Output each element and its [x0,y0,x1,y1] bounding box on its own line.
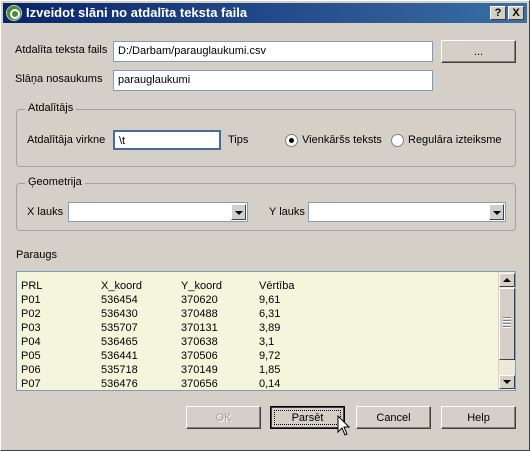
sample-cell: 9,72 [259,350,281,362]
browse-button[interactable]: ... [441,40,516,63]
mouse-pointer-icon [337,415,351,436]
file-label: Atdalīta teksta fails [15,44,108,56]
header-cell: Vērtība [259,280,295,292]
sample-cell: 370506 [181,350,218,362]
file-path-input[interactable]: D:/Darbam/parauglaukumi.csv [113,41,433,62]
sample-cell: P05 [21,350,41,362]
sample-cell: 370488 [181,308,218,320]
help-label: Help [467,411,490,424]
regex-label: Regulāra izteiksme [408,134,502,146]
layer-name-label: Slāņa nosaukums [15,73,103,85]
scroll-up-icon[interactable] [499,273,515,287]
sample-cell: 0,14 [259,378,281,390]
sample-cell: 535707 [101,322,138,334]
window-title: Izveidot slāni no atdalīta teksta faila [26,5,248,20]
header-cell: PRL [21,280,43,292]
sample-cell: 1,85 [259,364,281,376]
x-field-select[interactable] [68,202,248,222]
x-field-label: X lauks [27,206,64,218]
sample-cell: 3,1 [259,336,275,348]
scroll-down-icon[interactable] [499,375,515,389]
plain-text-radio[interactable] [285,134,298,147]
parse-button[interactable]: Parsēt [270,406,345,429]
sample-cell: 370656 [181,378,218,390]
layer-name-input[interactable]: parauglaukumi [113,70,433,91]
sample-cell: 536430 [101,308,138,320]
help-title-button[interactable]: ? [490,6,506,20]
help-button[interactable]: Help [441,406,516,429]
sample-cell: 535718 [101,364,138,376]
sample-cell: 370131 [181,322,218,334]
sample-cell: 6,31 [259,308,281,320]
sample-cell: P03 [21,322,41,334]
title-bar: Izveidot slāni no atdalīta teksta faila … [3,3,527,23]
sample-label: Paraugs [16,249,57,261]
cancel-label: Cancel [376,411,411,424]
sample-cell: 3,89 [259,322,281,334]
sample-cell: 536454 [101,294,138,306]
delimiter-input[interactable]: \t [113,130,221,150]
chevron-down-icon[interactable] [489,204,504,220]
scroll-thumb[interactable] [499,288,515,360]
y-field-select[interactable] [308,202,506,222]
parse-label: Parsēt [291,411,324,424]
sample-preview[interactable]: PRL X_koord Y_koord Vērtība P01 536454 3… [16,271,516,391]
sample-cell: P06 [21,364,41,376]
sample-cell: P01 [21,294,41,306]
sample-cell: 370620 [181,294,218,306]
sample-cell: 536465 [101,336,138,348]
sample-cell: P04 [21,336,41,348]
delimiter-string-label: Atdalītāja virkne [27,134,106,146]
chevron-down-icon[interactable] [231,204,246,220]
geometry-group-title: Ģeometrija [25,176,85,188]
regex-radio[interactable] [391,134,404,147]
delimiter-type-label: Tips [228,134,249,146]
header-cell: X_koord [101,280,142,292]
sample-cell: 370149 [181,364,218,376]
sample-cell: P02 [21,308,41,320]
close-button[interactable]: X [508,6,524,20]
delimiter-group-title: Atdalītājs [25,102,77,114]
y-field-label: Y lauks [269,206,305,218]
dialog-window: Izveidot slāni no atdalīta teksta faila … [0,0,530,451]
vertical-scrollbar[interactable] [498,272,515,390]
sample-cell: P07 [21,378,41,390]
sample-cell: 536441 [101,350,138,362]
sample-cell: 370638 [181,336,218,348]
cancel-button[interactable]: Cancel [356,406,431,429]
qgis-icon [6,5,22,21]
plain-text-label: Vienkāršs teksts [302,134,382,146]
sample-cell: 9,61 [259,294,281,306]
ok-button[interactable]: OK [186,406,261,429]
ok-label: OK [215,411,232,424]
browse-label: ... [473,45,484,58]
header-cell: Y_koord [181,280,222,292]
sample-cell: 536476 [101,378,138,390]
